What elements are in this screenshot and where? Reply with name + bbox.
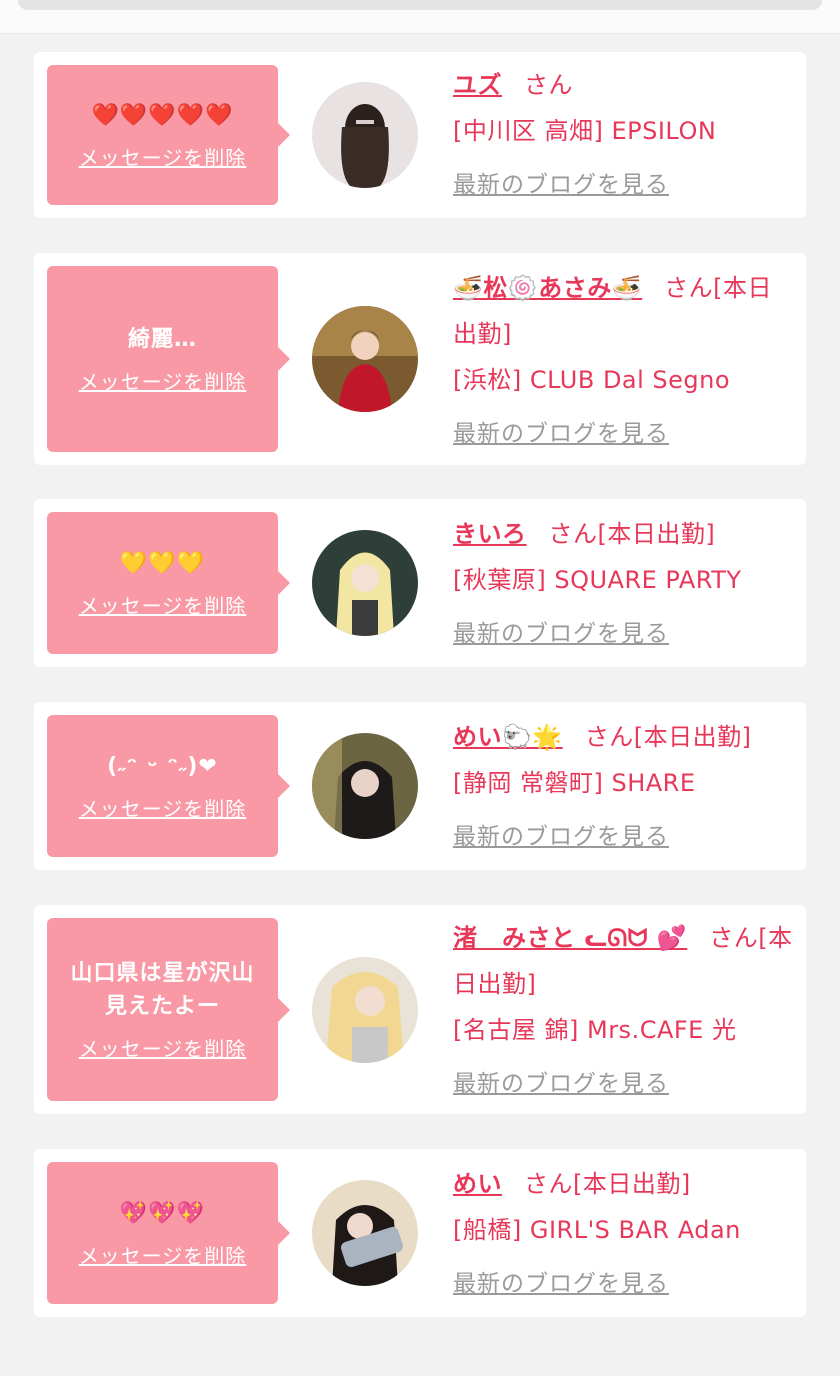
- latest-blog-link[interactable]: 最新のブログを見る: [453, 1261, 669, 1307]
- delete-message-link[interactable]: メッセージを削除: [79, 590, 247, 619]
- avatar[interactable]: [312, 306, 418, 412]
- message-bubble: ❤️❤️❤️❤️❤️ メッセージを削除: [47, 65, 290, 205]
- shop-label: [浜松] CLUB Dal Segno: [453, 366, 731, 394]
- message-card: 💖💖💖 メッセージを削除 めい さん[本日出勤] [船橋] GIRL'S BAR …: [34, 1149, 806, 1317]
- latest-blog-link[interactable]: 最新のブログを見る: [453, 814, 669, 860]
- message-text: 山口県は星が沢山見えたよー: [70, 961, 255, 1019]
- cast-info: ユズ さん [中川区 高畑] EPSILON 最新のブログを見る: [453, 62, 795, 208]
- avatar[interactable]: [312, 530, 418, 636]
- shop-label: [秋葉原] SQUARE PARTY: [453, 566, 742, 594]
- message-bubble: 綺麗… メッセージを削除: [47, 266, 290, 452]
- message-card: 綺麗… メッセージを削除 🍜松🍥あさみ🍜 さん[本日出勤] [浜松] CLUB D…: [34, 253, 806, 465]
- delete-message-link[interactable]: メッセージを削除: [79, 366, 247, 395]
- shop-label: [船橋] GIRL'S BAR Adan: [453, 1216, 741, 1244]
- honorific: さん: [548, 520, 598, 548]
- message-text: 💛💛💛: [119, 551, 206, 576]
- avatar[interactable]: [312, 82, 418, 188]
- cast-name-link[interactable]: めい: [453, 1170, 502, 1198]
- message-text: (˶ᵔ ᵕ ᵔ˶)❤︎: [107, 754, 218, 779]
- attendance-status: [本日出勤]: [573, 1170, 691, 1198]
- delete-message-link[interactable]: メッセージを削除: [79, 1240, 247, 1269]
- message-bubble: 💖💖💖 メッセージを削除: [47, 1162, 290, 1304]
- message-bubble: (˶ᵔ ᵕ ᵔ˶)❤︎ メッセージを削除: [47, 715, 290, 857]
- honorific: さん: [584, 723, 634, 751]
- latest-blog-link[interactable]: 最新のブログを見る: [453, 411, 669, 457]
- cast-info: めい🐑🌟 さん[本日出勤] [静岡 常磐町] SHARE 最新のブログを見る: [453, 714, 795, 860]
- attendance-status: [本日出勤]: [597, 520, 716, 548]
- top-bar: [0, 0, 840, 34]
- honorific: さん: [524, 1170, 573, 1198]
- cast-name-link[interactable]: 🍜松🍥あさみ🍜: [453, 274, 642, 302]
- latest-blog-link[interactable]: 最新のブログを見る: [453, 162, 669, 208]
- cast-info: めい さん[本日出勤] [船橋] GIRL'S BAR Adan 最新のブログを見…: [453, 1161, 795, 1307]
- message-text: 綺麗…: [127, 327, 197, 352]
- delete-message-link[interactable]: メッセージを削除: [79, 793, 247, 822]
- avatar[interactable]: [312, 957, 418, 1063]
- message-bubble: 山口県は星が沢山見えたよー メッセージを削除: [47, 918, 290, 1101]
- cast-name-link[interactable]: きいろ: [453, 520, 527, 548]
- honorific: さん: [709, 924, 759, 952]
- latest-blog-link[interactable]: 最新のブログを見る: [453, 611, 669, 657]
- cast-name-link[interactable]: 渚 みさと ᓚᘏᗢ 💕: [453, 924, 687, 952]
- message-card: ❤️❤️❤️❤️❤️ メッセージを削除 ユズ さん [中川区 高畑] EPSILO…: [34, 52, 806, 218]
- cast-name-link[interactable]: ユズ: [453, 71, 502, 99]
- delete-message-link[interactable]: メッセージを削除: [79, 1033, 247, 1062]
- message-card: (˶ᵔ ᵕ ᵔ˶)❤︎ メッセージを削除 めい🐑🌟 さん[本日出勤] [静岡 常磐…: [34, 702, 806, 870]
- message-text: ❤️❤️❤️❤️❤️: [91, 103, 234, 128]
- honorific: さん: [524, 71, 573, 99]
- shop-label: [名古屋 錦] Mrs.CAFE 光: [453, 1016, 737, 1044]
- shop-label: [静岡 常磐町] SHARE: [453, 769, 696, 797]
- message-bubble: 💛💛💛 メッセージを削除: [47, 512, 290, 654]
- avatar[interactable]: [312, 1180, 418, 1286]
- message-text: 💖💖💖: [119, 1201, 206, 1226]
- attendance-status: [本日出勤]: [633, 723, 752, 751]
- message-card: 山口県は星が沢山見えたよー メッセージを削除 渚 みさと ᓚᘏᗢ 💕 さん[本日出…: [34, 905, 806, 1114]
- shop-label: [中川区 高畑] EPSILON: [453, 117, 717, 145]
- delete-message-link[interactable]: メッセージを削除: [79, 142, 247, 171]
- cast-info: 渚 みさと ᓚᘏᗢ 💕 さん[本日出勤] [名古屋 錦] Mrs.CAFE 光 最…: [453, 915, 795, 1107]
- avatar[interactable]: [312, 733, 418, 839]
- cast-info: 🍜松🍥あさみ🍜 さん[本日出勤] [浜松] CLUB Dal Segno 最新のブ…: [453, 265, 795, 457]
- latest-blog-link[interactable]: 最新のブログを見る: [453, 1061, 669, 1107]
- cast-info: きいろ さん[本日出勤] [秋葉原] SQUARE PARTY 最新のブログを見る: [453, 511, 795, 657]
- message-card: 💛💛💛 メッセージを削除 きいろ さん[本日出勤] [秋葉原] SQUARE PA…: [34, 499, 806, 667]
- search-bar[interactable]: [18, 0, 822, 10]
- cast-name-link[interactable]: めい🐑🌟: [453, 723, 563, 751]
- honorific: さん: [664, 274, 714, 302]
